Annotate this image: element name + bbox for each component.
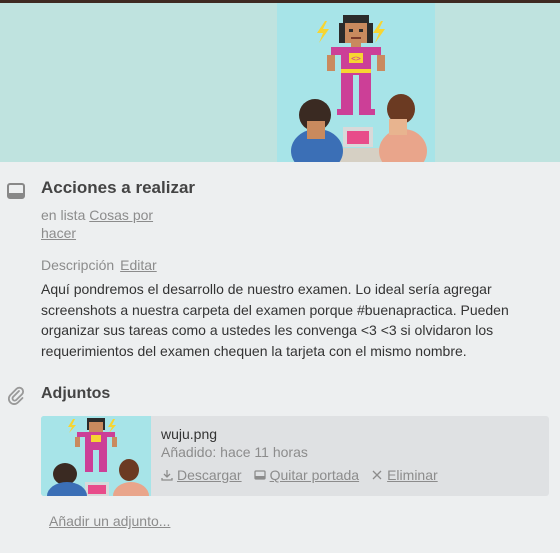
description-header: Descripción Editar (41, 257, 157, 273)
download-icon (161, 470, 173, 481)
attachment-added-time: Añadido: hace 11 horas (161, 444, 308, 460)
attachments-title: Adjuntos (41, 385, 111, 402)
cover-image: <> (277, 3, 435, 162)
remove-cover-label: Quitar portada (269, 467, 360, 483)
attachment-item[interactable]: wuju.png Añadido: hace 11 horas Descarga… (41, 416, 549, 496)
description-text[interactable]: Aquí pondremos el desarrollo de nuestro … (41, 279, 551, 361)
card-window-icon (7, 183, 25, 199)
cover-icon (253, 470, 266, 480)
thumbnail-illustration (41, 416, 151, 496)
svg-text:<>: <> (351, 54, 361, 63)
attachment-thumbnail[interactable] (41, 416, 151, 496)
add-attachment-link[interactable]: Añadir un adjunto... (49, 513, 170, 529)
download-label: Descargar (177, 467, 242, 483)
attachment-actions: Descargar Quitar portada Eliminar (161, 467, 438, 483)
card-cover[interactable]: <> (0, 3, 560, 162)
heroine-illustration: <> (277, 3, 435, 162)
delete-label: Eliminar (387, 467, 438, 483)
close-icon (372, 470, 382, 480)
card-title[interactable]: Acciones a realizar (41, 178, 195, 198)
in-list-text: en lista Cosas por hacer (41, 206, 191, 242)
edit-description-link[interactable]: Editar (120, 257, 157, 273)
remove-cover-button[interactable]: Quitar portada (253, 467, 360, 483)
paperclip-icon (7, 386, 25, 405)
in-list-prefix: en lista (41, 207, 86, 223)
attachment-filename[interactable]: wuju.png (161, 426, 217, 442)
download-button[interactable]: Descargar (161, 467, 242, 483)
delete-attachment-button[interactable]: Eliminar (371, 467, 438, 483)
description-label: Descripción (41, 257, 115, 273)
